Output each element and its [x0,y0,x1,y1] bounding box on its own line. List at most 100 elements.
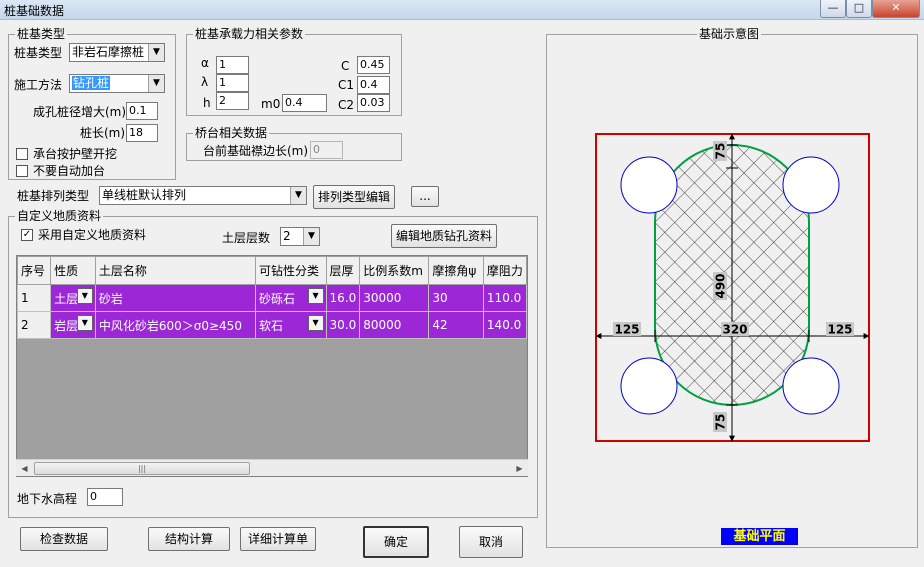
pile-circle [620,156,678,214]
groundwater-input[interactable]: 0 [87,488,123,506]
chevron-down-icon[interactable]: ▼ [307,288,324,304]
coefficient-cell[interactable]: 80000 [359,311,430,339]
plan-label: 基础平面 [721,528,798,545]
friction-cell[interactable]: 110.0 [482,284,527,312]
m0-input[interactable]: 0.4 [282,94,327,112]
drillability-value: 砂砾石 [258,291,295,306]
length-label: 桩长(m) [80,126,126,140]
edge-input[interactable]: 0 [310,141,343,159]
h-input[interactable]: 2 [216,92,249,110]
title-bar: 桩基础数据 — □ ✕ [0,0,924,20]
column-header: 摩擦角ψ [428,256,484,285]
scroll-thumb[interactable]: ||| [34,462,250,475]
dim-bottom-label: 75 [714,414,728,431]
chevron-down-icon[interactable]: ▼ [76,288,93,304]
friction-angle-cell[interactable]: 30 [428,284,484,312]
chevron-down-icon[interactable]: ▼ [76,315,93,331]
foundation-plan-diagram: 75 75 490 125 125 320 [595,133,870,442]
chevron-down-icon[interactable]: ▼ [307,315,324,331]
pile-type-group-label: 桩基类型 [15,27,68,41]
column-header: 土层名称 [94,256,256,285]
pile-circle [620,357,678,415]
layers-select[interactable]: 2 ▼ [280,227,320,246]
layers-label: 土层层数 [222,231,271,245]
pile-circle [782,156,840,214]
lambda-input[interactable]: 1 [216,74,249,92]
column-header: 可钻性分类 [254,256,327,285]
edge-label: 台前基础襟边长(m) [203,144,309,158]
chevron-down-icon[interactable]: ▼ [303,228,319,245]
c1-label: C1 [338,78,355,92]
minimize-button[interactable]: — [820,0,846,18]
c2-input[interactable]: 0.03 [357,94,390,112]
use-custom-checkbox[interactable]: ✓ [21,229,33,241]
c-input[interactable]: 0.45 [357,56,390,74]
diam-inc-label: 成孔桩径增大(m) [33,105,127,119]
geology-group-label: 自定义地质资料 [15,209,104,223]
maximize-button[interactable]: □ [846,0,872,18]
length-input[interactable]: 18 [126,124,158,142]
column-header: 比例系数m [359,256,430,285]
scroll-left-icon[interactable]: ◀ [16,460,33,477]
use-custom-label: 采用自定义地质资料 [38,228,147,242]
thickness-cell[interactable]: 30.0 [325,311,361,339]
dim-height-label: 490 [714,273,728,298]
drillability-cell[interactable]: 软石 ▼ [254,311,327,339]
column-header: 摩阻力 [482,256,527,285]
table-row[interactable]: 2 岩层 ▼ 中风化砂岩600＞σ0≥450 软石 ▼ 30.0 80000 42 … [17,311,527,339]
row-number: 2 [17,311,52,339]
horizontal-scrollbar[interactable]: ◀ ||| ▶ [16,459,528,476]
layout-edit-button[interactable]: 排列类型编辑 [313,185,395,209]
nature-value: 岩层 [54,318,79,333]
layers-value: 2 [283,229,291,243]
window-title: 桩基础数据 [4,4,65,18]
layout-value: 单线桩默认排列 [102,188,187,202]
lambda-label: λ [201,75,209,89]
auto-cap-label: 不要自动加台 [33,164,106,178]
drillability-value: 软石 [258,318,283,333]
pile-type-label: 桩基类型 [14,46,63,60]
thickness-cell[interactable]: 16.0 [325,284,361,312]
alpha-label: α [201,56,209,70]
excavation-label: 承台按护壁开挖 [33,147,118,161]
layout-select[interactable]: 单线桩默认排列 ▼ [99,186,307,205]
cancel-button[interactable]: 取消 [459,526,523,558]
c-label: C [341,59,350,73]
edit-geology-button[interactable]: 编辑地质钻孔资料 [391,224,497,248]
drillability-cell[interactable]: 砂砾石 ▼ [254,284,327,312]
friction-cell[interactable]: 140.0 [482,311,527,339]
scroll-right-icon[interactable]: ▶ [511,460,528,477]
chevron-down-icon[interactable]: ▼ [148,44,164,61]
m0-label: m0 [261,97,281,111]
soil-layer-grid[interactable]: 序号 性质 土层名称 可钻性分类 层厚 比例系数m 摩擦角ψ 摩阻力 1 土层 ▼… [16,255,528,477]
auto-cap-checkbox[interactable] [16,165,28,177]
detail-calc-button[interactable]: 详细计算单 [240,527,316,551]
structure-calc-button[interactable]: 结构计算 [148,527,230,551]
layer-name-cell[interactable]: 砂岩 [94,284,256,312]
check-data-button[interactable]: 检查数据 [20,527,108,551]
dim-left-label: 125 [614,323,639,337]
pile-type-select[interactable]: 非岩石摩擦桩 ▼ [69,43,165,62]
close-button[interactable]: ✕ [872,0,920,18]
coefficient-cell[interactable]: 30000 [359,284,430,312]
nature-cell[interactable]: 岩层 ▼ [50,311,96,339]
alpha-input[interactable]: 1 [216,56,249,74]
table-row[interactable]: 1 土层 ▼ 砂岩 砂砾石 ▼ 16.0 30000 30 110.0 [17,284,527,312]
dim-right-label: 125 [827,323,852,337]
excavation-checkbox[interactable] [16,148,28,160]
pile-circle [782,357,840,415]
chevron-down-icon[interactable]: ▼ [148,75,164,92]
nature-cell[interactable]: 土层 ▼ [50,284,96,312]
method-value: 钻孔桩 [72,76,111,90]
layout-more-button[interactable]: ... [411,186,439,207]
soil-layer-table: 序号 性质 土层名称 可钻性分类 层厚 比例系数m 摩擦角ψ 摩阻力 1 土层 ▼… [17,256,527,339]
pier-group-label: 桥台相关数据 [193,126,270,140]
c1-input[interactable]: 0.4 [357,76,390,94]
layer-name-cell[interactable]: 中风化砂岩600＞σ0≥450 [94,311,256,339]
method-select[interactable]: 钻孔桩 ▼ [69,74,165,93]
chevron-down-icon[interactable]: ▼ [290,187,306,204]
ok-button[interactable]: 确定 [363,526,429,558]
diam-inc-input[interactable]: 0.1 [126,102,158,120]
friction-angle-cell[interactable]: 42 [428,311,484,339]
column-header: 层厚 [325,256,361,285]
